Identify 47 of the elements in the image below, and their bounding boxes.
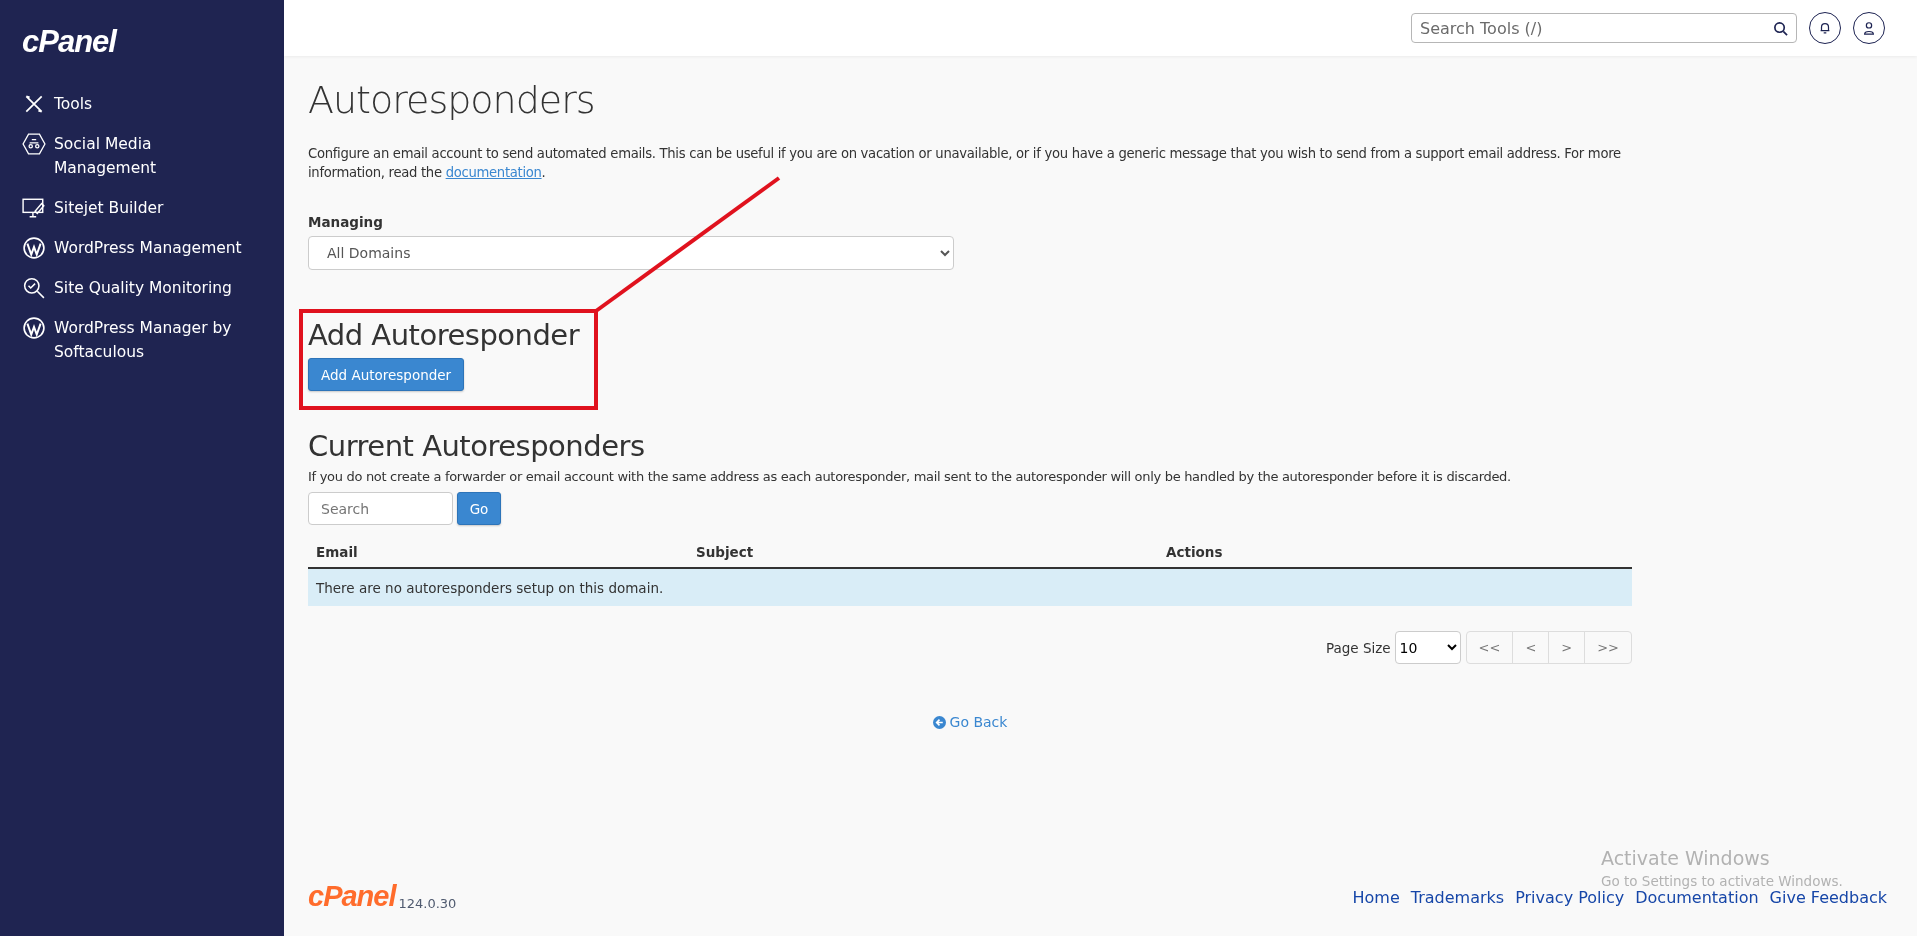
activation-watermark-text: Go to Settings to activate Windows. xyxy=(1601,873,1843,889)
magnifier-check-icon xyxy=(22,277,46,299)
go-button[interactable]: Go xyxy=(457,492,501,525)
page-size-label: Page Size xyxy=(1325,639,1391,656)
user-icon xyxy=(1862,21,1876,35)
sidebar-item[interactable]: WordPress Manager by Softaculous xyxy=(22,316,284,364)
cpanel-logo[interactable]: cPanel xyxy=(22,24,284,60)
section-heading: Current Autoresponders xyxy=(308,429,646,463)
sidebar-item[interactable]: Tools xyxy=(22,92,284,116)
search-field[interactable]: Search Tools (/) xyxy=(1411,13,1797,43)
field-label: Managing xyxy=(308,214,384,230)
cpanel-logo: cPanel xyxy=(308,881,396,911)
add-autoresponder-button[interactable]: Add Autoresponder xyxy=(308,358,465,391)
activation-watermark-title: Activate Windows xyxy=(1601,847,1771,869)
pagination-button[interactable]: << xyxy=(1465,631,1514,664)
user-button[interactable] xyxy=(1853,12,1885,44)
sidebar-item[interactable]: WordPress Management xyxy=(22,236,284,260)
footer-link[interactable]: Trademarks xyxy=(1410,888,1505,907)
page-title: Autoresponders xyxy=(308,78,596,122)
go-back-link[interactable]: Go Back xyxy=(932,714,1008,730)
bell-icon xyxy=(1818,21,1832,35)
hexagon-icon xyxy=(22,133,46,155)
page-description: Configure an email account to send automated emails. This can be useful if you are on vacation or unavailable, or if you have a generic message that you wish to send from a support email address. For more information, read the documentation. xyxy=(308,145,1622,182)
section-note: If you do not create a forwarder or email account with the same address as each autoresponder, mail sent to the autoresponder will only be handled by the autoresponder before it is discarded. xyxy=(308,469,1512,484)
page-size-select[interactable]: 10 xyxy=(1394,631,1461,664)
sidebar-item[interactable]: Sitejet Builder xyxy=(22,196,284,220)
table-cell: There are no autoresponders setup on this domain. xyxy=(308,568,1632,606)
wordpress-icon xyxy=(22,317,46,339)
pagination-button[interactable]: > xyxy=(1548,631,1586,664)
version-label: 124.0.30 xyxy=(398,896,457,911)
sidebar-item[interactable]: Social Media Management xyxy=(22,132,284,180)
monitor-pencil-icon xyxy=(22,197,46,219)
footer-link[interactable]: Give Feedback xyxy=(1769,888,1887,907)
notifications-button[interactable] xyxy=(1809,12,1841,44)
documentation-link[interactable]: documentation xyxy=(445,165,542,180)
section-heading: Add Autoresponder xyxy=(308,318,581,352)
footer-link[interactable]: Privacy Policy xyxy=(1515,888,1625,907)
domain-select[interactable]: All Domains xyxy=(308,236,954,270)
pagination-button[interactable]: < xyxy=(1512,631,1550,664)
search-icon xyxy=(1773,21,1788,36)
back-arrow-icon xyxy=(932,715,946,729)
search-field[interactable]: Search xyxy=(308,492,453,525)
footer-link[interactable]: Home xyxy=(1352,888,1400,907)
pagination-button[interactable]: >> xyxy=(1584,631,1632,664)
sidebar-item[interactable]: Site Quality Monitoring xyxy=(22,276,284,300)
wordpress-icon xyxy=(22,237,46,259)
footer-link[interactable]: Documentation xyxy=(1635,888,1759,907)
